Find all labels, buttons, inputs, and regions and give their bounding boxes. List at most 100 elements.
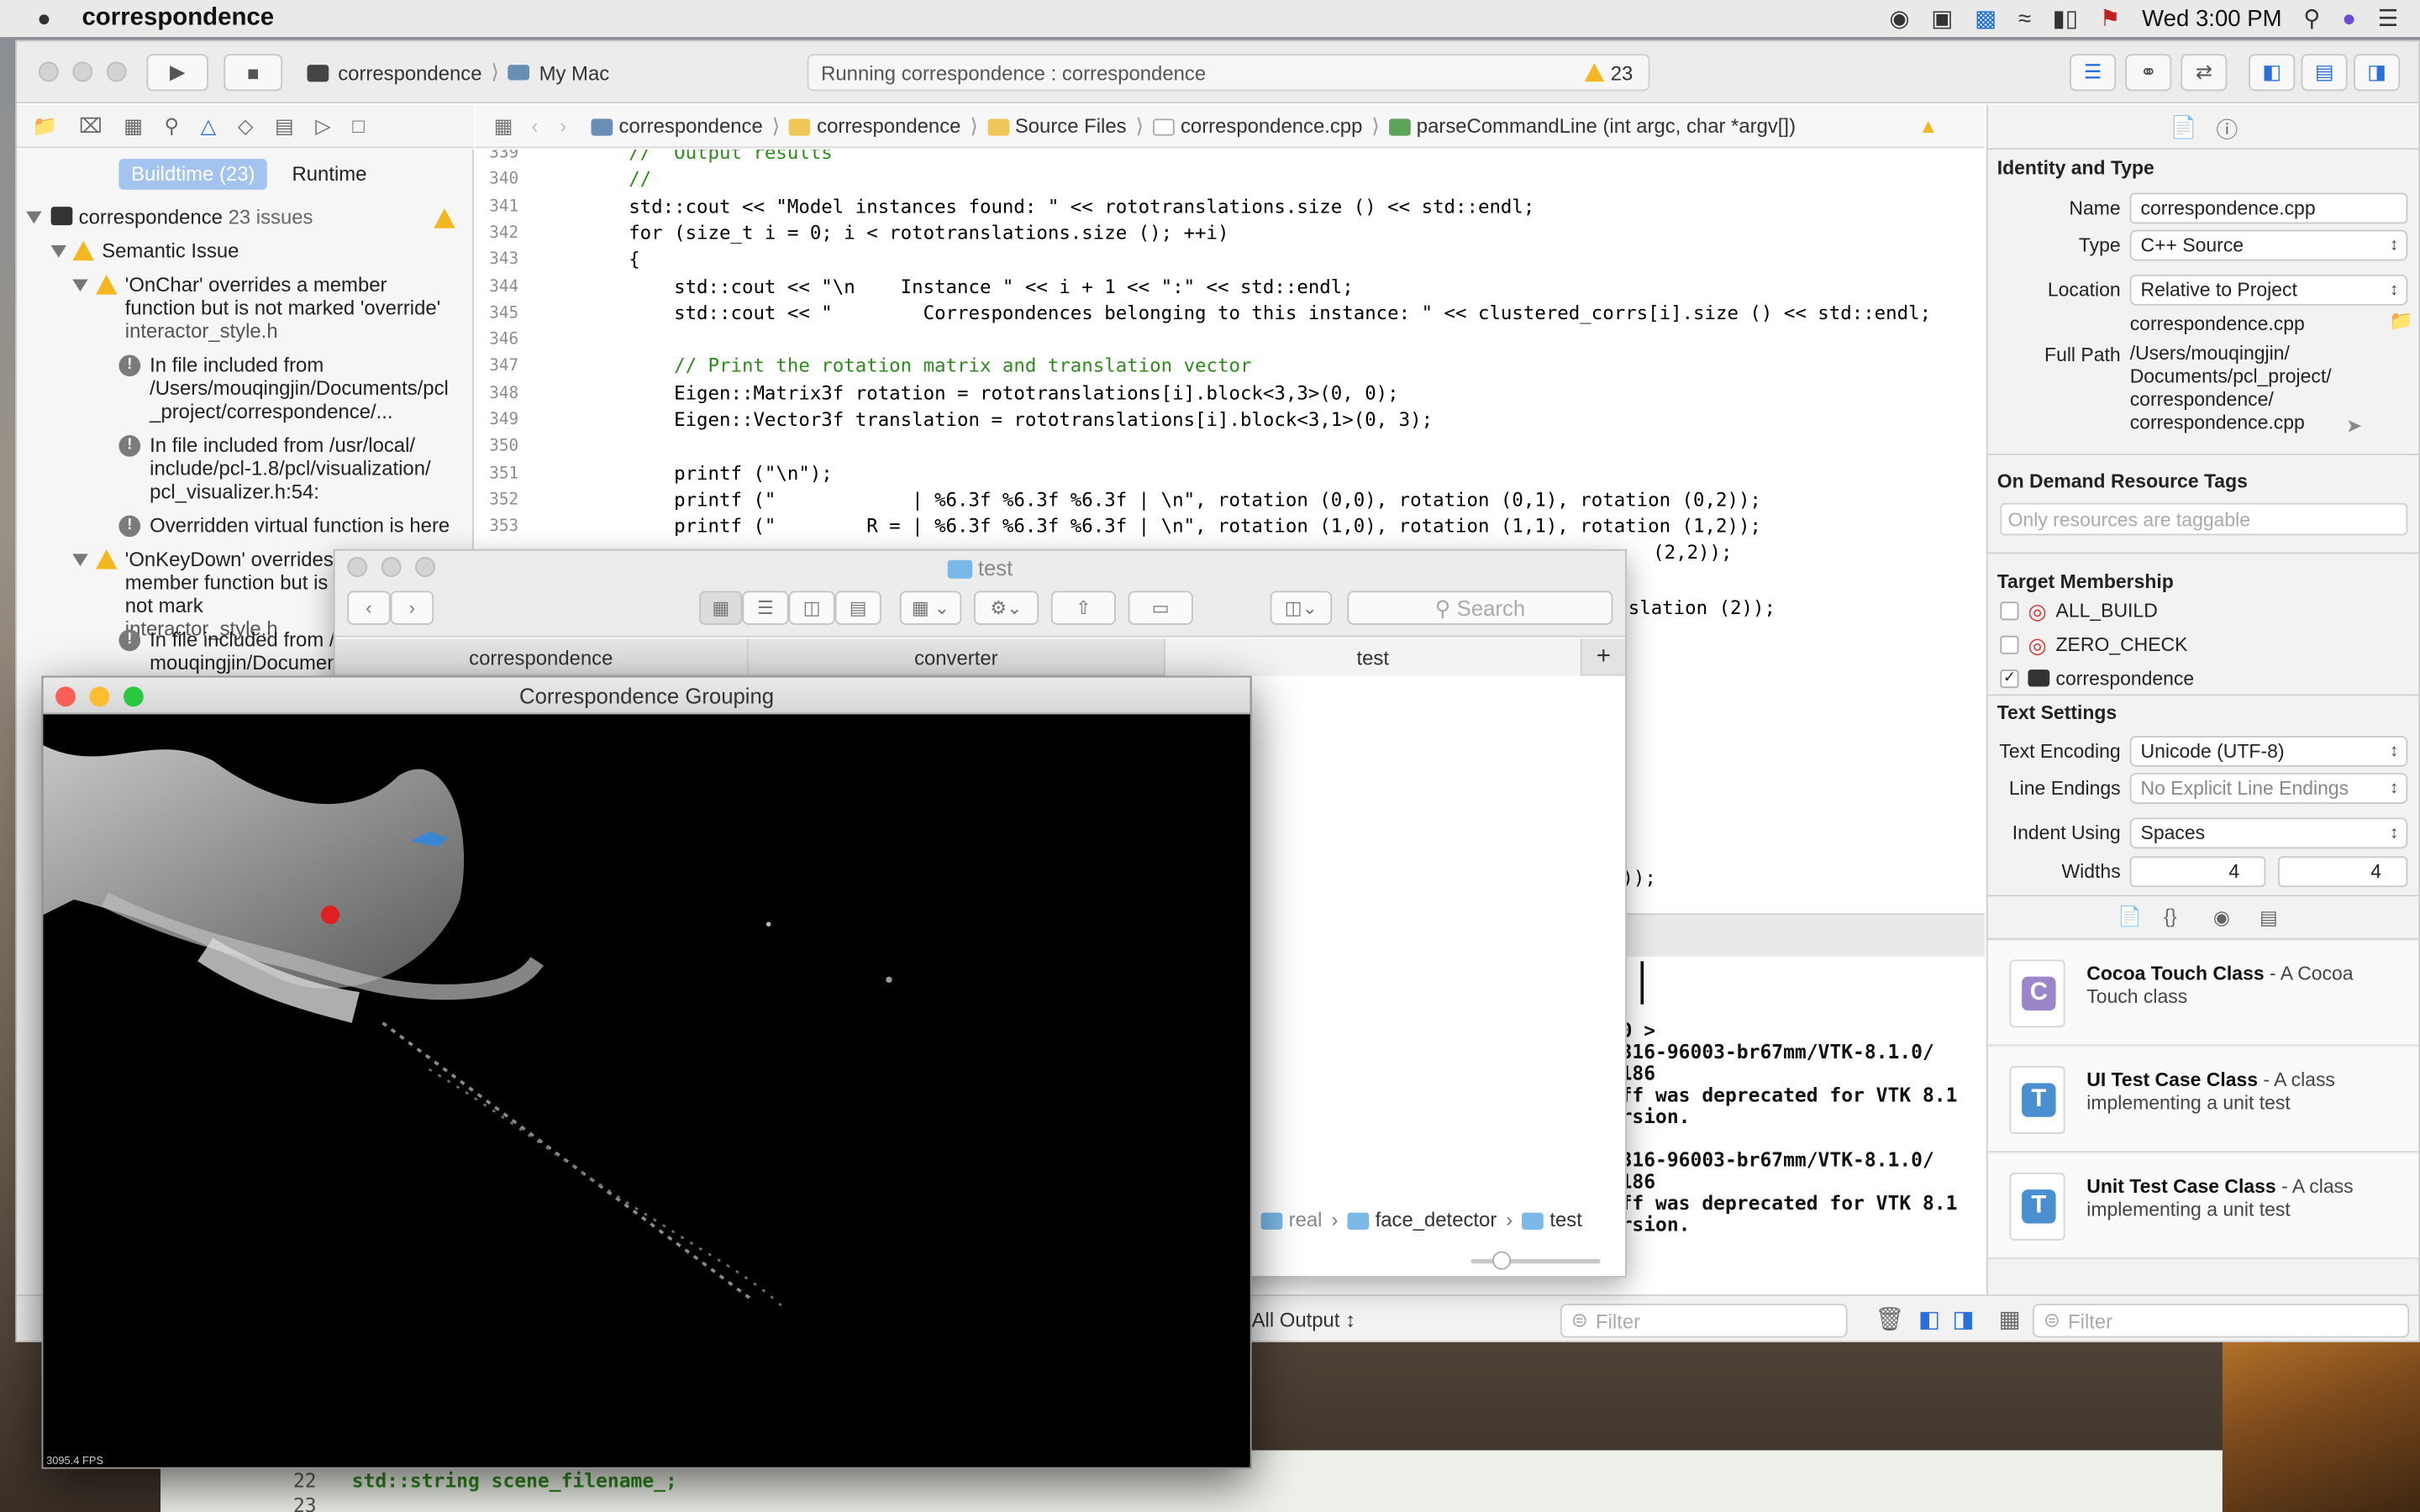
issue-note-row[interactable]: In file included from / mouqingjin/Docum… bbox=[150, 628, 343, 675]
icon-view-button[interactable]: ▦ bbox=[699, 591, 743, 625]
find-icon[interactable]: ⚲ bbox=[165, 113, 180, 138]
disclosure-triangle[interactable] bbox=[26, 211, 42, 224]
share-button[interactable]: ⇧ bbox=[1050, 591, 1116, 625]
breadcrumb-item[interactable]: correspondence bbox=[789, 114, 960, 137]
apple-icon[interactable]: ● bbox=[37, 5, 51, 31]
toggle-inspector-button[interactable]: ◨ bbox=[2354, 54, 2401, 92]
path-item[interactable]: real bbox=[1260, 1208, 1323, 1231]
list-view-button[interactable]: ☰ bbox=[742, 591, 789, 625]
related-items-icon[interactable]: ▦ bbox=[494, 113, 513, 138]
project-row[interactable]: correspondence 23 issues bbox=[79, 205, 313, 228]
finder-tab-active[interactable]: test bbox=[1165, 638, 1582, 676]
back-arrow-icon[interactable]: ‹ bbox=[531, 114, 538, 138]
run-button[interactable]: ▶ bbox=[146, 54, 208, 92]
folder-icon[interactable]: 📁 bbox=[33, 113, 58, 138]
console-filter-field[interactable]: ⊜ Filter bbox=[1560, 1304, 1848, 1338]
disclosure-triangle[interactable] bbox=[72, 279, 88, 292]
line-endings-select[interactable]: No Explicit Line Endings bbox=[2129, 773, 2408, 804]
issue-row[interactable]: 'OnKeyDown' overrides a member function … bbox=[125, 548, 357, 640]
back-button[interactable]: ‹ bbox=[347, 591, 391, 625]
symbol-icon[interactable]: ▦ bbox=[124, 113, 143, 138]
library-grid-icon[interactable]: ▦ bbox=[1999, 1305, 2021, 1333]
trash-icon[interactable]: 🗑 bbox=[1876, 1305, 1905, 1333]
code-snippet-icon[interactable]: {} bbox=[2164, 906, 2176, 927]
reveal-arrow-icon[interactable]: ➤ bbox=[2346, 413, 2362, 437]
library-item[interactable]: C Cocoa Touch Class - A Cocoa Touch class bbox=[1987, 941, 2419, 1047]
breadcrumb-item[interactable]: correspondence.cpp bbox=[1152, 114, 1362, 137]
wechat-icon[interactable]: ◉ bbox=[1890, 5, 1910, 32]
chat-icon[interactable]: ▣ bbox=[1931, 5, 1953, 32]
warning-icon[interactable]: ▲ bbox=[1918, 114, 1939, 138]
tab-width-field[interactable]: 4 bbox=[2129, 856, 2266, 888]
tab-runtime[interactable]: Runtime bbox=[280, 159, 379, 190]
menu-clock[interactable]: Wed 3:00 PM bbox=[2142, 5, 2281, 31]
name-field[interactable]: correspondence.cpp bbox=[2129, 192, 2408, 224]
window-close-button[interactable] bbox=[55, 686, 76, 707]
path-item[interactable]: face_detector bbox=[1347, 1208, 1497, 1231]
source-control-icon[interactable]: ⌧ bbox=[79, 113, 103, 138]
issue-note-row[interactable]: Overridden virtual function is here bbox=[150, 514, 466, 538]
stop-button[interactable]: ■ bbox=[224, 54, 283, 92]
flag-icon[interactable]: ⚑ bbox=[2100, 5, 2121, 32]
standard-editor-button[interactable]: ☰ bbox=[2070, 54, 2117, 92]
dropbox-button[interactable]: ◫⌄ bbox=[1270, 591, 1333, 625]
breakpoint-icon[interactable]: ▷ bbox=[315, 113, 330, 138]
teamviewer-icon[interactable]: ▩ bbox=[1975, 5, 1996, 32]
gallery-view-button[interactable]: ▤ bbox=[834, 591, 881, 625]
issue-note-row[interactable]: In file included from /usr/local/ includ… bbox=[150, 433, 450, 503]
disclosure-triangle[interactable] bbox=[72, 554, 88, 567]
window-close-button[interactable] bbox=[38, 61, 59, 82]
target-checkbox[interactable] bbox=[2000, 601, 2019, 621]
spotlight-search-icon[interactable]: ⚲ bbox=[2303, 5, 2320, 32]
file-template-icon[interactable]: 📄 bbox=[2118, 906, 2142, 929]
forward-button[interactable]: › bbox=[390, 591, 434, 625]
path-item[interactable]: test bbox=[1522, 1208, 1582, 1231]
tags-button[interactable]: ▭ bbox=[1128, 591, 1193, 625]
issue-group-row[interactable]: Semantic Issue bbox=[102, 239, 239, 263]
location-select[interactable]: Relative to Project bbox=[2129, 274, 2408, 306]
indent-width-field[interactable]: 4 bbox=[2278, 856, 2408, 888]
action-button[interactable]: ⚙ ⌄ bbox=[973, 591, 1039, 625]
test-icon[interactable]: ◇ bbox=[238, 113, 253, 138]
breadcrumb-item[interactable]: Source Files bbox=[986, 114, 1127, 137]
library-item[interactable]: T Unit Test Case Class - A class implemen… bbox=[1987, 1153, 2419, 1259]
library-filter-field[interactable]: ⊜ Filter bbox=[2032, 1304, 2410, 1338]
menu-app-name[interactable]: correspondence bbox=[82, 5, 274, 33]
library-item[interactable]: T UI Test Case Class - A class implementi… bbox=[1987, 1047, 2419, 1153]
notification-center-icon[interactable]: ☰ bbox=[2378, 5, 2399, 32]
object-library-icon[interactable]: ◉ bbox=[2213, 906, 2230, 929]
encoding-select[interactable]: Unicode (UTF-8) bbox=[2129, 736, 2408, 767]
vtk-viewer-window[interactable]: Correspondence Grouping 3095.4 FPS bbox=[41, 675, 1252, 1469]
toggle-debug-area-button[interactable]: ▤ bbox=[2301, 54, 2348, 92]
new-tab-button[interactable]: + bbox=[1582, 638, 1625, 675]
console-view-icon[interactable]: ◨ bbox=[1952, 1305, 1974, 1333]
indent-select[interactable]: Spaces bbox=[2129, 817, 2408, 849]
type-select[interactable]: C++ Source bbox=[2129, 229, 2408, 261]
target-checkbox[interactable] bbox=[2000, 635, 2019, 654]
assistant-editor-button[interactable]: ⚭ bbox=[2125, 54, 2172, 92]
window-minimize-button[interactable] bbox=[72, 61, 93, 82]
finder-tab[interactable]: converter bbox=[749, 638, 1165, 676]
wifi-icon[interactable]: ≈ bbox=[2018, 5, 2031, 31]
forward-arrow-icon[interactable]: › bbox=[560, 114, 566, 138]
breadcrumb-item[interactable]: correspondence bbox=[591, 114, 763, 137]
issue-note-row[interactable]: In file included from /Users/mouqingjin/… bbox=[150, 354, 449, 423]
battery-icon[interactable]: ▮▯ bbox=[2053, 5, 2078, 32]
column-view-button[interactable]: ◫ bbox=[788, 591, 835, 625]
issue-navigator-icon[interactable]: △ bbox=[201, 113, 216, 138]
window-zoom-button[interactable] bbox=[106, 61, 127, 82]
icon-size-slider[interactable] bbox=[1470, 1251, 1601, 1270]
output-select[interactable]: All Output ↕ bbox=[1252, 1309, 1355, 1332]
finder-tab[interactable]: correspondence bbox=[335, 638, 749, 676]
folder-icon[interactable]: 📁 bbox=[2389, 310, 2413, 333]
group-button[interactable]: ▦ ⌄ bbox=[899, 591, 962, 625]
toggle-navigator-button[interactable]: ◧ bbox=[2249, 54, 2296, 92]
report-icon[interactable]: □ bbox=[352, 114, 364, 138]
version-editor-button[interactable]: ⇄ bbox=[2181, 54, 2228, 92]
issue-row[interactable]: 'OnChar' overrides a member function but… bbox=[125, 273, 457, 343]
debug-icon[interactable]: ▤ bbox=[275, 113, 294, 138]
file-inspector-icon[interactable]: 📄 bbox=[2170, 114, 2196, 140]
siri-icon[interactable]: ● bbox=[2342, 5, 2356, 31]
window-zoom-button[interactable] bbox=[123, 686, 144, 707]
tab-buildtime[interactable]: Buildtime (23) bbox=[118, 159, 268, 190]
